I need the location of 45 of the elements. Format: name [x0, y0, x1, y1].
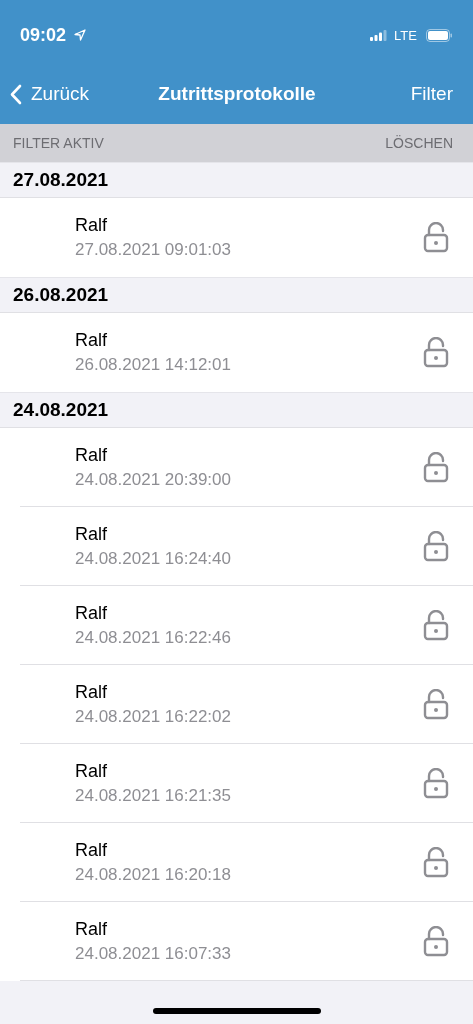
battery-icon	[426, 28, 453, 42]
entry-timestamp: 24.08.2021 16:21:35	[75, 785, 232, 806]
unlocked-padlock-icon	[423, 222, 449, 253]
log-entry-row[interactable]: Ralf 24.08.2021 16:21:35	[20, 744, 473, 823]
signal-icon	[370, 29, 389, 41]
section-date: 24.08.2021	[13, 399, 109, 421]
entry-timestamp: 24.08.2021 16:22:02	[75, 706, 232, 727]
entry-timestamp: 26.08.2021 14:12:01	[75, 355, 232, 375]
unlocked-padlock-icon	[423, 846, 449, 878]
log-entry-row[interactable]: Ralf 24.08.2021 20:39:00	[20, 428, 473, 507]
entry-timestamp: 24.08.2021 16:20:18	[75, 864, 232, 885]
log-entry-row[interactable]: Ralf 24.08.2021 16:24:40	[20, 507, 473, 586]
unlocked-padlock-icon	[423, 925, 449, 957]
entry-timestamp: 24.08.2021 16:24:40	[75, 548, 232, 569]
location-arrow-icon	[74, 29, 87, 41]
entry-timestamp: 24.08.2021 16:07:33	[75, 943, 232, 964]
status-time: 09:02	[20, 24, 67, 46]
person-name: Ralf	[75, 839, 108, 861]
person-name: Ralf	[75, 215, 108, 236]
unlocked-padlock-icon	[423, 688, 449, 720]
unlocked-padlock-icon	[423, 451, 449, 483]
unlocked-padlock-icon	[423, 530, 449, 562]
network-label: LTE	[394, 27, 417, 43]
person-name: Ralf	[75, 330, 108, 351]
filter-status-label: FILTER AKTIV	[13, 135, 104, 151]
unlocked-padlock-icon	[423, 767, 449, 799]
chevron-left-icon	[10, 83, 22, 105]
person-name: Ralf	[75, 918, 108, 940]
log-entry-row[interactable]: Ralf 24.08.2021 16:20:18	[20, 823, 473, 902]
person-name: Ralf	[75, 681, 108, 703]
person-name: Ralf	[75, 444, 108, 466]
entry-timestamp: 24.08.2021 16:22:46	[75, 627, 232, 648]
log-entry-row[interactable]: Ralf 24.08.2021 16:22:02	[20, 665, 473, 744]
unlocked-padlock-icon	[423, 337, 449, 368]
section-date: 27.08.2021	[13, 169, 109, 191]
section-date: 26.08.2021	[13, 284, 109, 306]
entry-timestamp: 27.08.2021 09:01:03	[75, 240, 232, 260]
entry-timestamp: 24.08.2021 20:39:00	[75, 469, 232, 490]
log-entry-row[interactable]: Ralf 24.08.2021 16:22:46	[20, 586, 473, 665]
person-name: Ralf	[75, 760, 108, 782]
log-entry-row[interactable]: Ralf 24.08.2021 16:07:33	[20, 902, 473, 981]
person-name: Ralf	[75, 523, 108, 545]
unlocked-padlock-icon	[423, 609, 449, 641]
person-name: Ralf	[75, 602, 108, 624]
screen-title: Zutrittsprotokolle	[157, 83, 317, 105]
